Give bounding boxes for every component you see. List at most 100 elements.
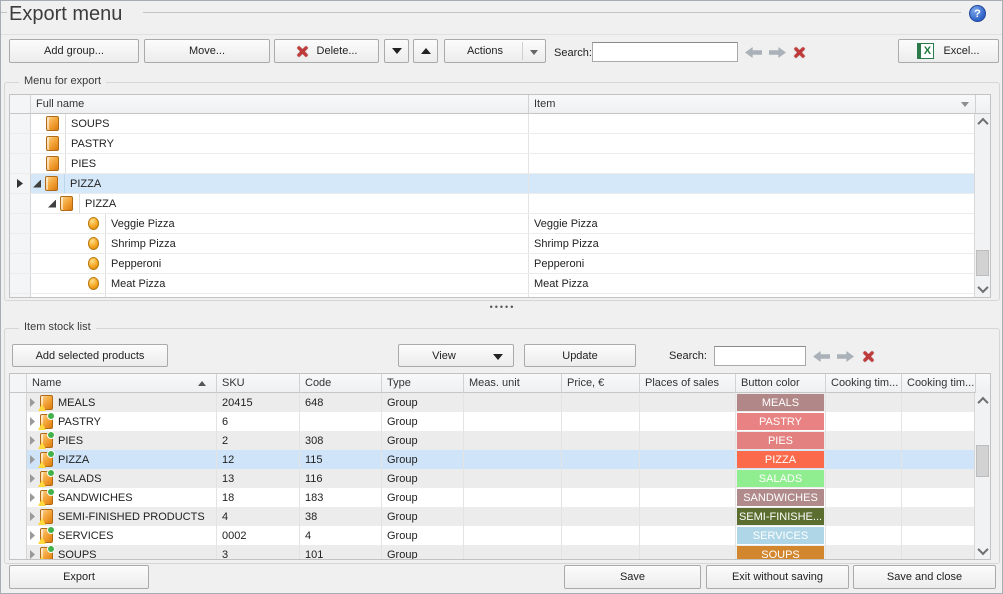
splitter-handle[interactable]: ••••• (1, 303, 1003, 312)
collapse-node-icon[interactable] (33, 180, 41, 188)
tree-row-veggie-pizza[interactable]: Veggie Pizza Veggie Pizza (10, 214, 990, 234)
tree-row-pastry[interactable]: PASTRY (10, 134, 990, 154)
add-selected-products-button[interactable]: Add selected products (12, 344, 168, 367)
add-group-label: Add group... (44, 45, 104, 57)
stock-row-pastry[interactable]: PASTRY 6 Group PASTRY (10, 412, 990, 431)
tree-scrollbar[interactable] (974, 114, 990, 297)
expand-node-icon[interactable] (30, 550, 35, 559)
button-color-cell[interactable]: PIZZA (737, 451, 824, 468)
button-color-cell[interactable]: SEMI-FINISHE... (737, 508, 824, 525)
menu-group-icon (46, 156, 59, 171)
menu-group-icon (60, 196, 73, 211)
scroll-down-icon[interactable] (975, 281, 990, 297)
group-folder-icon (40, 395, 53, 410)
group-folder-icon (40, 433, 53, 448)
expand-node-icon[interactable] (30, 531, 35, 540)
tree-scrollbar-thumb[interactable] (976, 250, 989, 276)
button-color-cell[interactable]: PASTRY (737, 413, 824, 430)
expand-node-icon[interactable] (30, 474, 35, 483)
search-label: Search: (554, 47, 592, 59)
stock-row-pies[interactable]: PIES 2 308 Group PIES (10, 431, 990, 450)
expand-node-icon[interactable] (30, 493, 35, 502)
delete-button[interactable]: Delete... (274, 39, 379, 63)
expand-node-icon[interactable] (30, 398, 35, 407)
column-header-places-of-sales[interactable]: Places of sales (640, 374, 736, 393)
expand-node-icon[interactable] (30, 455, 35, 464)
down-triangle-icon (392, 48, 402, 54)
scroll-down-icon[interactable] (975, 543, 990, 559)
column-header-code[interactable]: Code (300, 374, 382, 393)
update-button[interactable]: Update (524, 344, 636, 367)
scroll-up-icon[interactable] (975, 393, 990, 409)
stock-row-services[interactable]: SERVICES 0002 4 Group SERVICES (10, 526, 990, 545)
tree-row-meat-pizza[interactable]: Meat Pizza Meat Pizza (10, 274, 990, 294)
button-color-cell[interactable]: SALADS (737, 470, 824, 487)
group-folder-icon (40, 414, 53, 429)
save-button[interactable]: Save (564, 565, 701, 589)
actions-label: Actions (467, 45, 503, 57)
menu-tree-table: Full name Item SOUPS PASTRY (9, 94, 991, 298)
search-input[interactable] (592, 42, 738, 62)
filter-chevron-icon[interactable] (961, 102, 969, 107)
title-rule-left (1, 12, 7, 13)
actions-dropdown[interactable]: Actions (444, 39, 546, 63)
actions-divider (522, 42, 523, 60)
tree-row-pizza-child[interactable]: PIZZA (10, 194, 990, 214)
stock-scrollbar[interactable] (974, 393, 990, 559)
stock-row-soups[interactable]: SOUPS 3 101 Group SOUPS (10, 545, 990, 560)
expand-node-icon[interactable] (30, 512, 35, 521)
view-chevron-icon (493, 354, 503, 360)
excel-button[interactable]: X Excel... (898, 39, 999, 63)
stock-row-meals[interactable]: MEALS 20415 648 Group MEALS (10, 393, 990, 412)
stock-scrollbar-thumb[interactable] (976, 445, 989, 477)
tree-row-pies[interactable]: PIES (10, 154, 990, 174)
column-header-price[interactable]: Price, € (562, 374, 640, 393)
stock-search-clear-icon[interactable] (862, 350, 875, 363)
search-next-icon[interactable] (769, 47, 786, 58)
export-button[interactable]: Export (9, 565, 149, 589)
column-header-cooking-time-2[interactable]: Cooking tim... (902, 374, 976, 393)
stock-search-input[interactable] (714, 346, 806, 366)
column-header-meas-unit[interactable]: Meas. unit (464, 374, 562, 393)
tree-row-margherita[interactable]: Margherita Margherita (10, 294, 990, 298)
group-folder-icon (40, 490, 53, 505)
collapse-node-icon[interactable] (48, 200, 56, 208)
help-icon[interactable]: ? (969, 5, 986, 22)
tree-row-pizza-selected[interactable]: PIZZA (10, 174, 990, 194)
stock-row-salads[interactable]: SALADS 13 116 Group SALADS (10, 469, 990, 488)
move-up-button[interactable] (413, 39, 438, 63)
item-stock-table: Name SKU Code Type Meas. unit Price, € P… (9, 373, 991, 560)
stock-row-pizza-selected[interactable]: PIZZA 12 115 Group PIZZA (10, 450, 990, 469)
column-header-full-name[interactable]: Full name (31, 95, 529, 114)
expand-node-icon[interactable] (30, 436, 35, 445)
tree-row-shrimp-pizza[interactable]: Shrimp Pizza Shrimp Pizza (10, 234, 990, 254)
add-group-button[interactable]: Add group... (9, 39, 139, 63)
column-header-sku[interactable]: SKU (217, 374, 300, 393)
menu-group-icon (46, 136, 59, 151)
button-color-cell[interactable]: SANDWICHES (737, 489, 824, 506)
move-button[interactable]: Move... (144, 39, 270, 63)
button-color-cell[interactable]: SOUPS (737, 546, 824, 560)
button-color-cell[interactable]: SERVICES (737, 527, 824, 544)
save-and-close-button[interactable]: Save and close (853, 565, 996, 589)
view-dropdown[interactable]: View (398, 344, 514, 367)
button-color-cell[interactable]: MEALS (737, 394, 824, 411)
search-prev-icon[interactable] (745, 47, 762, 58)
column-header-type[interactable]: Type (382, 374, 464, 393)
expand-node-icon[interactable] (30, 417, 35, 426)
column-header-name[interactable]: Name (27, 374, 217, 393)
stock-row-semi-finished[interactable]: SEMI-FINISHED PRODUCTS 4 38 Group SEMI-F… (10, 507, 990, 526)
scroll-up-icon[interactable] (975, 114, 990, 130)
tree-row-pepperoni[interactable]: Pepperoni Pepperoni (10, 254, 990, 274)
stock-row-sandwiches[interactable]: SANDWICHES 18 183 Group SANDWICHES (10, 488, 990, 507)
column-header-item[interactable]: Item (529, 95, 976, 114)
menu-item-icon (88, 237, 99, 250)
tree-row-soups[interactable]: SOUPS (10, 114, 990, 134)
column-header-button-color[interactable]: Button color (736, 374, 826, 393)
column-header-cooking-time-1[interactable]: Cooking tim... (826, 374, 902, 393)
header-spacer (976, 95, 991, 114)
move-down-button[interactable] (384, 39, 409, 63)
button-color-cell[interactable]: PIES (737, 432, 824, 449)
exit-without-saving-button[interactable]: Exit without saving (706, 565, 849, 589)
search-clear-icon[interactable] (793, 46, 806, 59)
